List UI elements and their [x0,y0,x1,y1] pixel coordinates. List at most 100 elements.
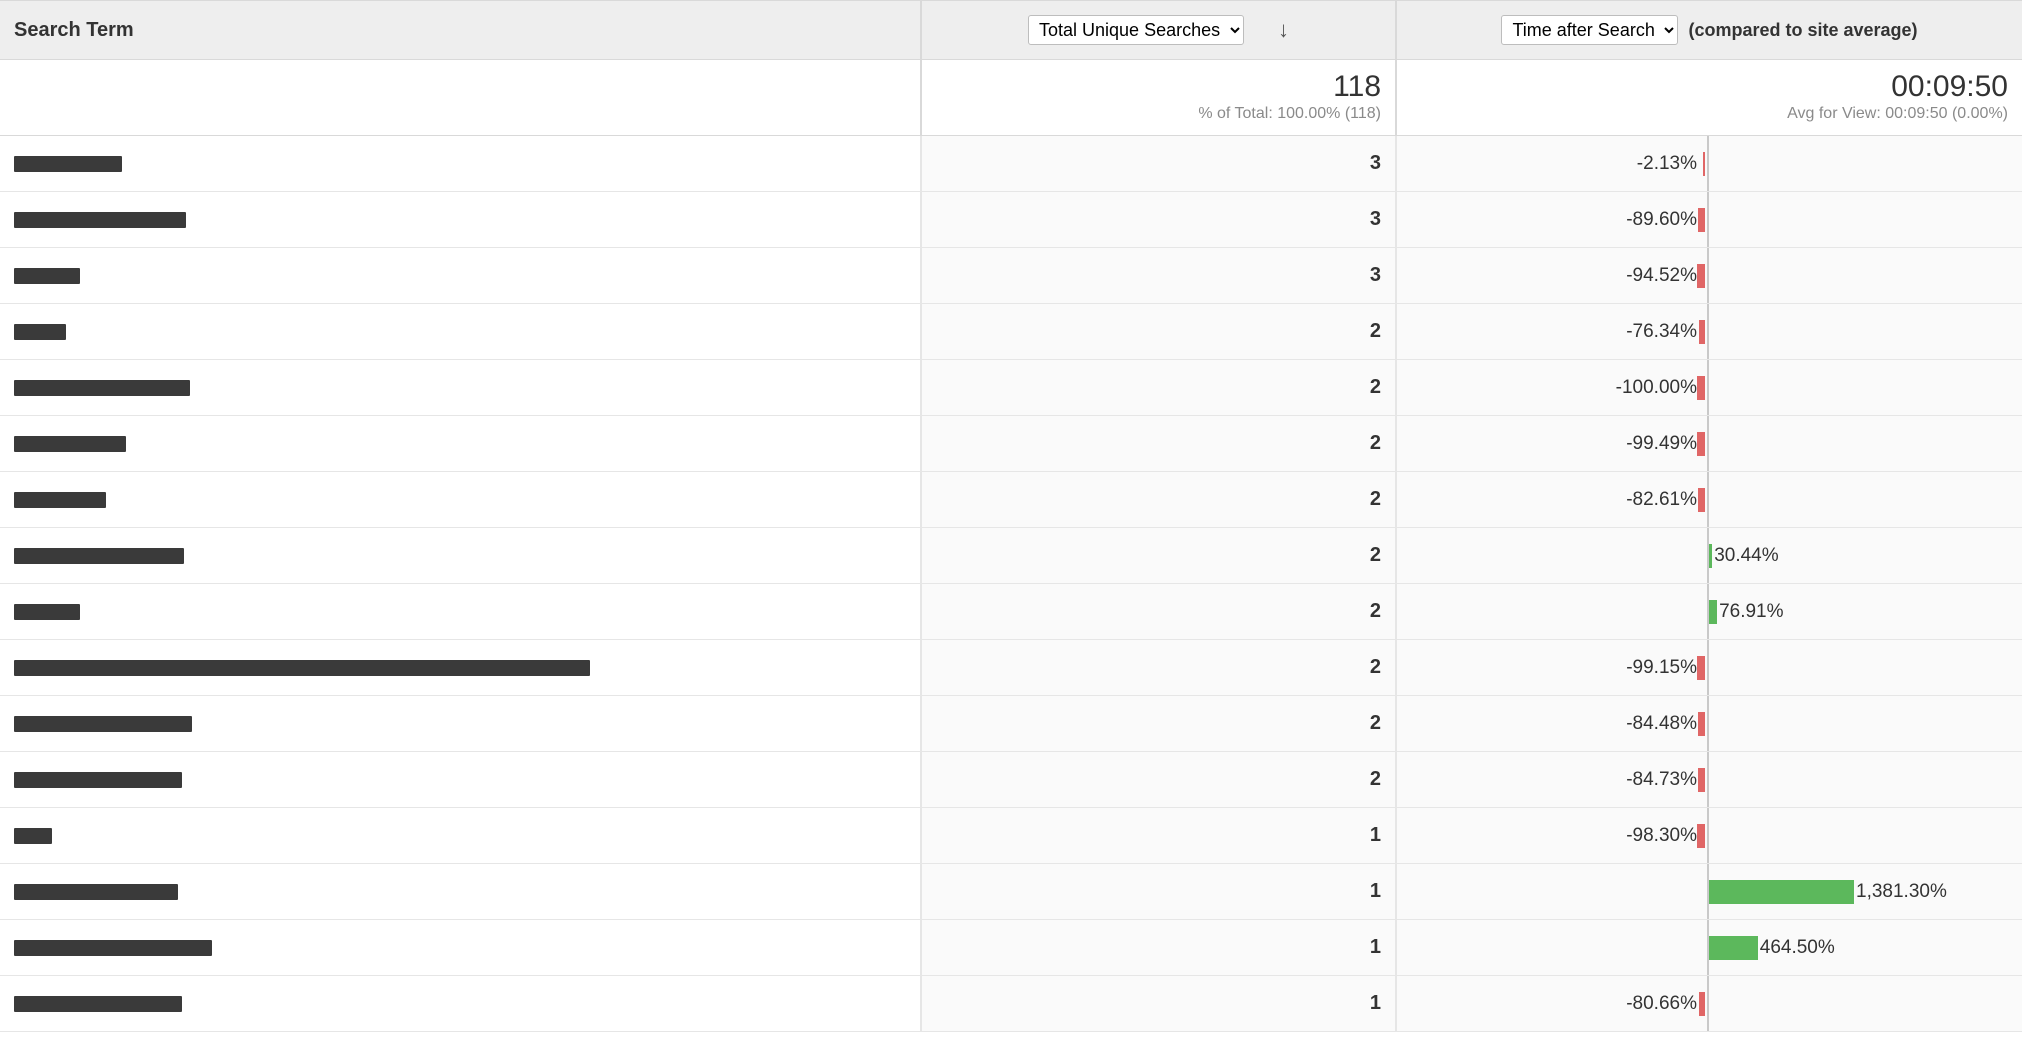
summary-time-value: 00:09:50 [1891,70,2008,103]
table-row: 3-89.60% [0,192,2022,248]
unique-searches-value: 1 [1370,880,1381,903]
comparison-bar-wrap: -82.61% [1397,472,2022,527]
redacted-search-term [14,884,178,900]
redacted-search-term [14,828,52,844]
comparison-pct-label: -99.15% [1626,657,1697,679]
table-row: 2-84.48% [0,696,2022,752]
search-term-cell[interactable] [0,528,920,583]
comparison-pct-label: -89.60% [1626,209,1697,231]
unique-searches-value: 1 [1370,936,1381,959]
summary-time-sub: Avg for View: 00:09:50 (0.00%) [1787,105,2008,123]
comparison-bar-wrap: -84.73% [1397,752,2022,807]
comparison-cell: 30.44% [1395,528,2022,583]
summary-searches-sub: % of Total: 100.00% (118) [1198,105,1381,123]
table-row: 2 -76.34% [0,304,2022,360]
search-term-cell[interactable] [0,360,920,415]
redacted-search-term [14,660,590,676]
sort-descending-icon[interactable]: ↓ [1278,17,1289,43]
unique-searches-cell: 1 [920,808,1395,863]
unique-searches-value: 1 [1370,824,1381,847]
search-term-cell[interactable] [0,192,920,247]
table-row: 2-82.61% [0,472,2022,528]
search-term-cell[interactable] [0,976,920,1031]
comparison-bar-wrap: -89.60% [1397,192,2022,247]
comparison-bar-positive [1709,600,1717,624]
unique-searches-cell: 1 [920,920,1395,975]
comparison-bar-wrap: 1,381.30% [1397,864,2022,919]
table-row: 2 -99.49% [0,416,2022,472]
comparison-bar-negative [1697,824,1705,848]
search-term-cell[interactable] [0,304,920,359]
col-header-search-term[interactable]: Search Term [0,1,920,59]
unique-searches-value: 2 [1370,320,1381,343]
table-summary: 118 % of Total: 100.00% (118) 00:09:50 A… [0,60,2022,136]
comparison-pct-label: -84.73% [1626,769,1697,791]
comparison-cell: -84.73% [1395,752,2022,807]
comparison-bar-negative [1698,208,1705,232]
redacted-search-term [14,604,80,620]
comparison-bar-wrap: -94.52% [1397,248,2022,303]
comparison-axis [1707,696,1709,751]
table-row: 276.91% [0,584,2022,640]
unique-searches-cell: 2 [920,696,1395,751]
col-header-search-term-label: Search Term [14,19,134,42]
comparison-axis [1707,976,1709,1031]
redacted-search-term [14,268,80,284]
comparison-pct-label: -98.30% [1626,825,1697,847]
unique-searches-value: 3 [1370,152,1381,175]
comparison-bar-negative [1698,488,1705,512]
comparison-bar-wrap: 464.50% [1397,920,2022,975]
search-term-cell[interactable] [0,864,920,919]
search-term-cell[interactable] [0,416,920,471]
search-term-cell[interactable] [0,808,920,863]
comparison-pct-label: -80.66% [1626,993,1697,1015]
search-term-cell[interactable] [0,696,920,751]
search-term-cell[interactable] [0,584,920,639]
comparison-cell: -76.34% [1395,304,2022,359]
comparison-cell: 464.50% [1395,920,2022,975]
comparison-bar-wrap: 30.44% [1397,528,2022,583]
unique-searches-value: 2 [1370,376,1381,399]
search-term-cell[interactable] [0,640,920,695]
search-term-cell[interactable] [0,920,920,975]
comparison-pct-label: -76.34% [1626,321,1697,343]
comparison-pct-label: -82.61% [1626,489,1697,511]
comparison-bar-wrap: -99.49% [1397,416,2022,471]
comparison-axis [1707,808,1709,863]
table-row: 1 1,381.30% [0,864,2022,920]
unique-searches-value: 2 [1370,432,1381,455]
comparison-bar-negative [1703,152,1705,176]
comparison-pct-label: 1,381.30% [1856,881,1947,903]
unique-searches-cell: 2 [920,360,1395,415]
unique-searches-cell: 3 [920,136,1395,191]
metric-select[interactable]: Total Unique Searches [1028,15,1244,45]
col-header-comparison: Time after Search (compared to site aver… [1395,1,2022,59]
table-row: 3-94.52% [0,248,2022,304]
table-row: 2 -100.00% [0,360,2022,416]
redacted-search-term [14,380,190,396]
comparison-bar-negative [1697,432,1705,456]
search-term-cell[interactable] [0,248,920,303]
redacted-search-term [14,212,186,228]
comparison-bar-wrap: -100.00% [1397,360,2022,415]
search-term-cell[interactable] [0,752,920,807]
comparison-bar-wrap: -80.66% [1397,976,2022,1031]
summary-term-cell [0,60,920,135]
col-header-metric: Total Unique Searches ↓ [920,1,1395,59]
comparison-cell: -80.66% [1395,976,2022,1031]
comparison-cell: -2.13% [1395,136,2022,191]
unique-searches-value: 2 [1370,768,1381,791]
comparison-bar-wrap: -76.34% [1397,304,2022,359]
comparison-bar-wrap: 76.91% [1397,584,2022,639]
redacted-search-term [14,940,212,956]
table-body: 3 -2.13%3-89.60%3-94.52% 2 -76.34% 2 -100.00%… [0,136,2022,1032]
comparison-select[interactable]: Time after Search [1501,15,1678,45]
comparison-axis [1707,472,1709,527]
comparison-axis [1707,640,1709,695]
comparison-cell: -100.00% [1395,360,2022,415]
search-term-cell[interactable] [0,472,920,527]
comparison-pct-label: 76.91% [1719,601,1783,623]
search-term-cell[interactable] [0,136,920,191]
comparison-bar-positive [1709,544,1712,568]
comparison-cell: -89.60% [1395,192,2022,247]
